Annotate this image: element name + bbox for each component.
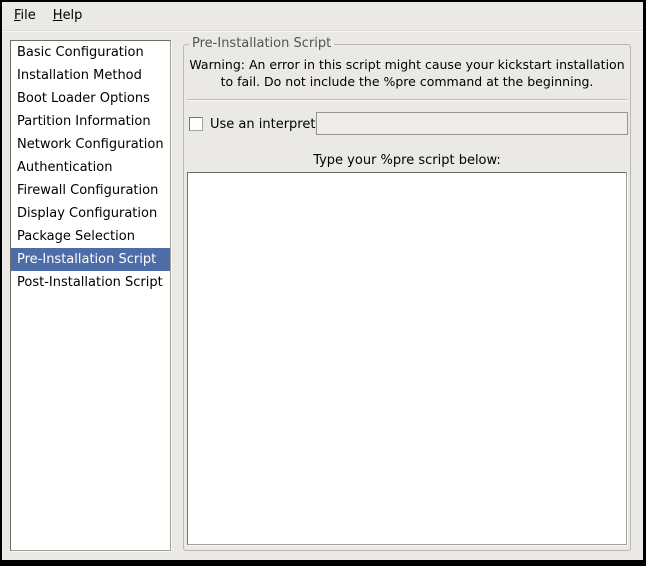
sidebar-item-installation-method[interactable]: Installation Method <box>11 64 170 87</box>
menu-help-label: Help <box>53 8 83 23</box>
sidebar-item-firewall-configuration[interactable]: Firewall Configuration <box>11 179 170 202</box>
sidebar-item-display-configuration[interactable]: Display Configuration <box>11 202 170 225</box>
checkbox-unchecked-icon <box>189 117 203 131</box>
interpreter-input[interactable] <box>316 112 628 135</box>
use-interpreter-checkbox[interactable]: Use an interpreter: <box>188 111 333 137</box>
use-interpreter-label: Use an interpreter: <box>210 117 333 132</box>
warning-line-2: to fail. Do not include the %pre command… <box>184 73 630 90</box>
warning-line-1: Warning: An error in this script might c… <box>184 56 630 73</box>
sidebar-item-basic-configuration[interactable]: Basic Configuration <box>11 41 170 64</box>
pre-installation-script-panel: Pre-Installation Script Warning: An erro… <box>183 44 631 551</box>
kickstart-configurator-window: File Help Basic Configuration Installati… <box>0 0 646 566</box>
sidebar-item-pre-installation-script[interactable]: Pre-Installation Script <box>11 248 170 271</box>
pre-script-textarea[interactable] <box>187 172 627 545</box>
sidebar-item-boot-loader-options[interactable]: Boot Loader Options <box>11 87 170 110</box>
sidebar-item-partition-information[interactable]: Partition Information <box>11 110 170 133</box>
menu-file-label: File <box>14 8 36 23</box>
section-list: Basic Configuration Installation Method … <box>10 40 171 551</box>
script-label: Type your %pre script below: <box>184 153 630 168</box>
sidebar-item-authentication[interactable]: Authentication <box>11 156 170 179</box>
menu-help[interactable]: Help <box>45 3 92 29</box>
panel-title: Pre-Installation Script <box>189 36 334 51</box>
sidebar-item-package-selection[interactable]: Package Selection <box>11 225 170 248</box>
sidebar-item-post-installation-script[interactable]: Post-Installation Script <box>11 271 170 294</box>
menu-file[interactable]: File <box>6 3 45 29</box>
menu-bar: File Help <box>2 2 643 31</box>
horizontal-separator <box>187 99 627 101</box>
warning-text: Warning: An error in this script might c… <box>184 56 630 90</box>
sidebar-item-network-configuration[interactable]: Network Configuration <box>11 133 170 156</box>
